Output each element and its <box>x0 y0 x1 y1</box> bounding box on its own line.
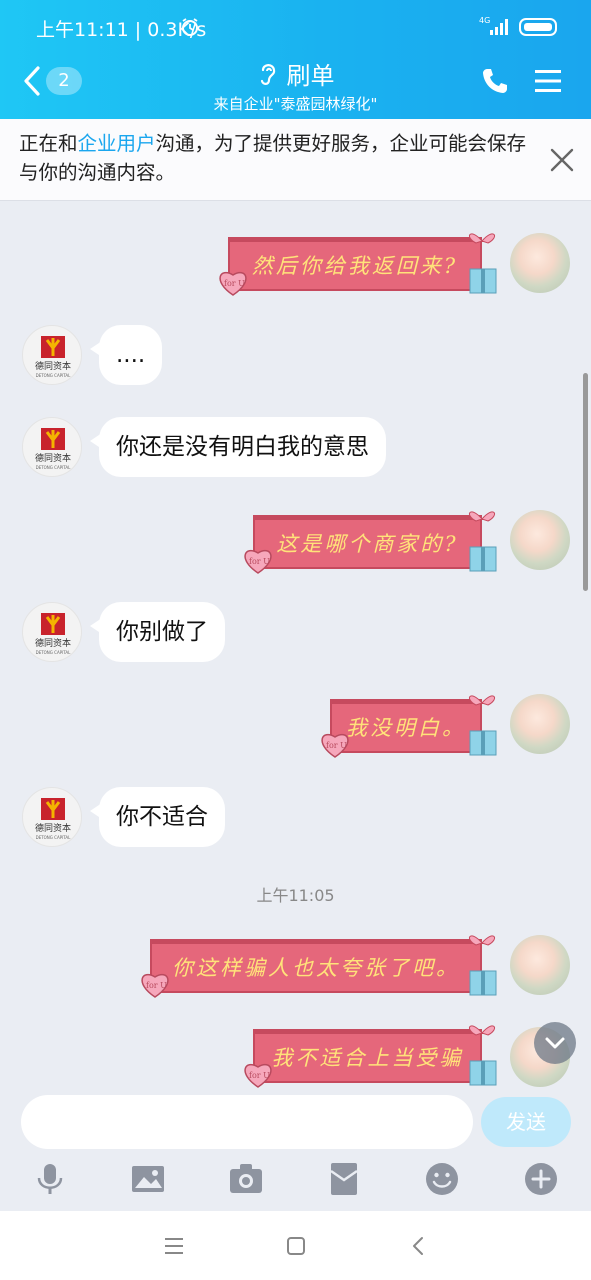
sticker-text: 我没明白。 <box>346 716 466 740</box>
menu-icon[interactable] <box>533 66 563 96</box>
svg-text:for U: for U <box>249 1071 270 1080</box>
company-avatar[interactable]: 德同资本 DETONG CAPITAL <box>22 325 82 385</box>
chat-title-area: 刷单 来自企业"泰盛园林绿化" <box>150 56 441 114</box>
input-area: 发送 <box>0 1091 591 1211</box>
heart-icon: for U <box>244 1064 272 1088</box>
message-row: 我不适合上当受骗 for U <box>0 1015 591 1091</box>
text-message[interactable]: 你还是没有明白我的意思 <box>90 417 386 477</box>
message-row: 德同资本 DETONG CAPITAL 你别做了 <box>0 602 591 672</box>
company-logo-icon: 德同资本 DETONG CAPITAL <box>35 428 72 470</box>
user-avatar[interactable] <box>510 233 570 293</box>
svg-text:4G: 4G <box>479 16 490 25</box>
scroll-to-bottom-button[interactable] <box>534 1022 576 1064</box>
chat-subtitle: 来自企业"泰盛园林绿化" <box>213 95 378 113</box>
signal-icon: 4G <box>479 16 508 35</box>
sticker-text: 我不适合上当受骗 <box>271 1046 464 1070</box>
svg-text:DETONG CAPITAL: DETONG CAPITAL <box>36 835 72 840</box>
text-message[interactable]: 你别做了 <box>90 602 225 662</box>
privacy-notice: 正在和企业用户沟通，为了提供更好服务，企业可能会保存与你的沟通内容。 <box>0 119 591 201</box>
heart-icon: for U <box>244 550 272 574</box>
gift-bow-icon <box>468 511 497 572</box>
home-icon[interactable] <box>285 1235 307 1257</box>
svg-text:for U: for U <box>146 981 167 990</box>
heart-icon: for U <box>141 974 169 998</box>
chevron-down-icon <box>545 1037 565 1049</box>
gift-bow-icon <box>468 1025 497 1086</box>
svg-text:德同资本: 德同资本 <box>35 360 71 372</box>
gift-bow-icon <box>468 233 497 294</box>
back-icon[interactable] <box>408 1235 430 1257</box>
sticker-text: 你这样骗人也太夸张了吧。 <box>172 956 460 980</box>
chevron-left-icon <box>24 66 40 96</box>
image-icon[interactable] <box>130 1161 166 1197</box>
sticker-message[interactable]: 我不适合上当受骗 for U <box>244 1023 510 1088</box>
notice-highlight[interactable]: 企业用户 <box>78 132 156 155</box>
system-navigation-bar <box>0 1211 591 1280</box>
company-logo-icon: 德同资本 DETONG CAPITAL <box>35 336 72 378</box>
microphone-icon[interactable] <box>32 1161 68 1197</box>
message-row: 德同资本 DETONG CAPITAL 你不适合 <box>0 787 591 857</box>
emoji-icon[interactable] <box>424 1161 460 1197</box>
company-avatar[interactable]: 德同资本 DETONG CAPITAL <box>22 787 82 847</box>
sticker-message[interactable]: 这是哪个商家的? for U <box>244 509 510 574</box>
sticker-message[interactable]: 你这样骗人也太夸张了吧。 for U <box>141 933 510 998</box>
app-header: 上午11:11 | 0.3K/s 4G 2 刷单 来自企业"泰盛园林绿化" <box>0 0 591 119</box>
sticker-message[interactable]: 我没明白。 for U <box>321 693 510 758</box>
menu-icon[interactable] <box>163 1235 185 1257</box>
message-row: 德同资本 DETONG CAPITAL .... <box>0 325 591 395</box>
chat-scrollbar[interactable] <box>583 373 588 591</box>
svg-text:DETONG CAPITAL: DETONG CAPITAL <box>36 465 72 470</box>
text-message[interactable]: .... <box>89 325 163 385</box>
alarm-icon <box>182 18 198 36</box>
svg-text:德同资本: 德同资本 <box>35 452 71 464</box>
svg-text:DETONG CAPITAL: DETONG CAPITAL <box>36 373 72 378</box>
close-icon[interactable] <box>547 145 577 175</box>
company-avatar[interactable]: 德同资本 DETONG CAPITAL <box>22 602 82 662</box>
gift-bow-icon <box>468 695 497 756</box>
heart-icon: for U <box>321 734 349 758</box>
svg-text:for U: for U <box>224 279 245 288</box>
company-logo-icon: 德同资本 DETONG CAPITAL <box>35 798 72 840</box>
company-logo-icon: 德同资本 DETONG CAPITAL <box>35 613 72 655</box>
camera-icon[interactable] <box>228 1161 264 1197</box>
sticker-message[interactable]: 然后你给我返回来? for U <box>219 231 510 296</box>
user-avatar[interactable] <box>510 694 570 754</box>
user-avatar[interactable] <box>510 935 570 995</box>
battery-icon <box>519 18 557 36</box>
red-packet-icon[interactable] <box>326 1161 362 1197</box>
user-avatar[interactable] <box>510 510 570 570</box>
message-timestamp: 上午11:05 <box>256 886 335 905</box>
sticker-text: 然后你给我返回来? <box>251 254 459 278</box>
chat-area[interactable]: 然后你给我返回来? for U 德同资本 DETONG CAPITAL .... <box>0 201 591 1091</box>
text-message[interactable]: 你不适合 <box>90 787 225 847</box>
phone-call-icon[interactable] <box>480 66 510 96</box>
sticker-text: 这是哪个商家的? <box>276 532 459 556</box>
gift-bow-icon <box>468 935 497 996</box>
back-button[interactable]: 2 <box>20 62 90 102</box>
company-avatar[interactable]: 德同资本 DETONG CAPITAL <box>22 417 82 477</box>
plus-icon[interactable] <box>523 1161 559 1197</box>
message-row: 这是哪个商家的? for U <box>0 501 591 581</box>
svg-text:德同资本: 德同资本 <box>35 822 71 834</box>
message-row: 德同资本 DETONG CAPITAL 你还是没有明白我的意思 <box>0 417 591 487</box>
chat-title: 刷单 <box>286 62 335 90</box>
svg-text:DETONG CAPITAL: DETONG CAPITAL <box>36 650 72 655</box>
svg-text:for U: for U <box>326 741 347 750</box>
heart-icon: for U <box>219 272 247 296</box>
svg-text:德同资本: 德同资本 <box>35 637 71 649</box>
message-row: 然后你给我返回来? for U <box>0 221 591 301</box>
message-row: 我没明白。 for U <box>0 685 591 765</box>
message-row: 你这样骗人也太夸张了吧。 for U <box>0 923 591 1003</box>
notice-text: 正在和企业用户沟通，为了提供更好服务，企业可能会保存与你的沟通内容。 <box>19 129 529 187</box>
notice-text-before: 正在和 <box>19 132 78 155</box>
message-input[interactable] <box>21 1095 473 1149</box>
ear-icon <box>260 63 275 85</box>
svg-text:for U: for U <box>249 557 270 566</box>
send-button[interactable]: 发送 <box>481 1097 571 1147</box>
unread-badge: 2 <box>46 67 82 95</box>
status-bar: 上午11:11 | 0.3K/s 4G <box>0 0 591 52</box>
